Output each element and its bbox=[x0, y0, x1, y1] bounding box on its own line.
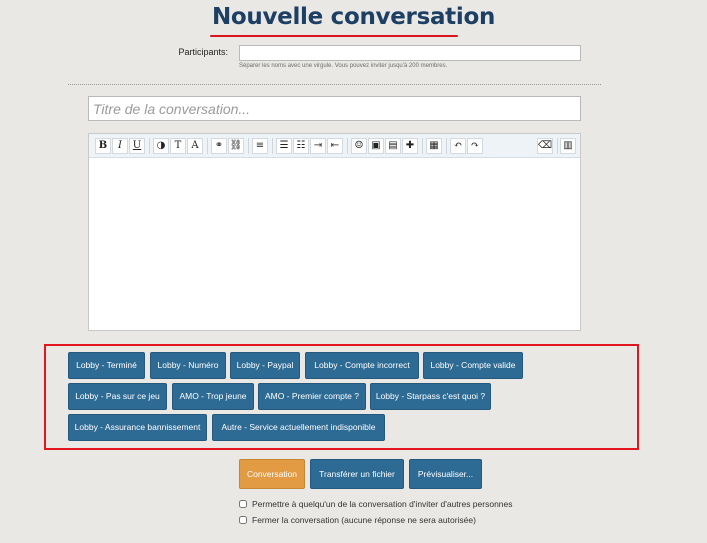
toolbar-separator bbox=[446, 138, 447, 154]
page-title: Nouvelle conversation bbox=[211, 4, 496, 30]
participants-hint: Séparer les noms avec une virgule. Vous … bbox=[239, 63, 448, 69]
undo-icon[interactable]: ↶ bbox=[450, 138, 466, 154]
redo-icon[interactable]: ↷ bbox=[467, 138, 483, 154]
quick-reply-button[interactable]: Lobby - Pas sur ce jeu bbox=[68, 383, 167, 410]
toolbar-separator bbox=[248, 138, 249, 154]
allow-invite-option[interactable]: Permettre à quelqu'un de la conversation… bbox=[239, 499, 513, 509]
smiley-icon[interactable]: ☺ bbox=[351, 138, 367, 154]
outdent-icon[interactable]: ⇤ bbox=[327, 138, 343, 154]
quick-reply-button[interactable]: Autre - Service actuellement indisponibl… bbox=[212, 414, 385, 441]
message-editor: B I U ◑ T A ⚭ ⛓ ≡ ☰ ☷ ⇥ ⇤ ☺ ▣ ▤ ✚ ▦ ↶ ↷ … bbox=[88, 133, 581, 331]
quick-reply-button[interactable]: Lobby - Compte incorrect bbox=[305, 352, 419, 379]
toolbar-separator bbox=[272, 138, 273, 154]
dotted-separator bbox=[68, 84, 601, 85]
close-conversation-label: Fermer la conversation (aucune réponse n… bbox=[252, 515, 476, 525]
image-icon[interactable]: ▣ bbox=[368, 138, 384, 154]
unlink-icon[interactable]: ⛓ bbox=[228, 138, 244, 154]
bullet-list-icon[interactable]: ☰ bbox=[276, 138, 292, 154]
conversation-title-input[interactable] bbox=[88, 96, 581, 121]
quick-reply-button[interactable]: AMO - Premier compte ? bbox=[258, 383, 366, 410]
submit-conversation-button[interactable]: Conversation bbox=[239, 459, 305, 489]
allow-invite-label: Permettre à quelqu'un de la conversation… bbox=[252, 499, 513, 509]
toolbar-separator bbox=[347, 138, 348, 154]
font-size-icon[interactable]: T bbox=[170, 138, 186, 154]
quick-reply-button[interactable]: Lobby - Terminé bbox=[68, 352, 145, 379]
media-icon[interactable]: ▤ bbox=[385, 138, 401, 154]
color-icon[interactable]: ◑ bbox=[153, 138, 169, 154]
toolbar-separator bbox=[557, 138, 558, 154]
bold-icon[interactable]: B bbox=[95, 138, 111, 154]
quick-reply-button[interactable]: AMO - Trop jeune bbox=[172, 383, 254, 410]
upload-file-button[interactable]: Transférer un fichier bbox=[310, 459, 404, 489]
allow-invite-checkbox[interactable] bbox=[239, 500, 247, 508]
quick-reply-button[interactable]: Lobby - Paypal bbox=[230, 352, 300, 379]
quick-reply-button[interactable]: Lobby - Assurance bannissement bbox=[68, 414, 207, 441]
quick-reply-button[interactable]: Lobby - Starpass c'est quoi ? bbox=[370, 383, 491, 410]
toolbar-separator bbox=[422, 138, 423, 154]
align-icon[interactable]: ≡ bbox=[252, 138, 268, 154]
source-icon[interactable]: ▥ bbox=[560, 138, 576, 154]
numbered-list-icon[interactable]: ☷ bbox=[293, 138, 309, 154]
quick-reply-button[interactable]: Lobby - Compte valide bbox=[423, 352, 523, 379]
editor-toolbar: B I U ◑ T A ⚭ ⛓ ≡ ☰ ☷ ⇥ ⇤ ☺ ▣ ▤ ✚ ▦ ↶ ↷ … bbox=[89, 134, 580, 158]
toolbar-separator bbox=[207, 138, 208, 154]
toolbar-separator bbox=[149, 138, 150, 154]
participants-label: Participants: bbox=[178, 47, 228, 57]
save-draft-icon[interactable]: ▦ bbox=[426, 138, 442, 154]
quick-reply-button[interactable]: Lobby - Numéro bbox=[150, 352, 226, 379]
font-family-icon[interactable]: A bbox=[187, 138, 203, 154]
link-icon[interactable]: ⚭ bbox=[211, 138, 227, 154]
preview-button[interactable]: Prévisualiser... bbox=[409, 459, 482, 489]
title-underline bbox=[210, 35, 458, 37]
italic-icon[interactable]: I bbox=[112, 138, 128, 154]
plus-icon[interactable]: ✚ bbox=[402, 138, 418, 154]
participants-input[interactable] bbox=[239, 45, 581, 61]
indent-icon[interactable]: ⇥ bbox=[310, 138, 326, 154]
eraser-icon[interactable]: ⌫ bbox=[537, 138, 553, 154]
editor-text-area[interactable] bbox=[89, 159, 580, 330]
close-conversation-option[interactable]: Fermer la conversation (aucune réponse n… bbox=[239, 515, 476, 525]
underline-icon[interactable]: U bbox=[129, 138, 145, 154]
close-conversation-checkbox[interactable] bbox=[239, 516, 247, 524]
